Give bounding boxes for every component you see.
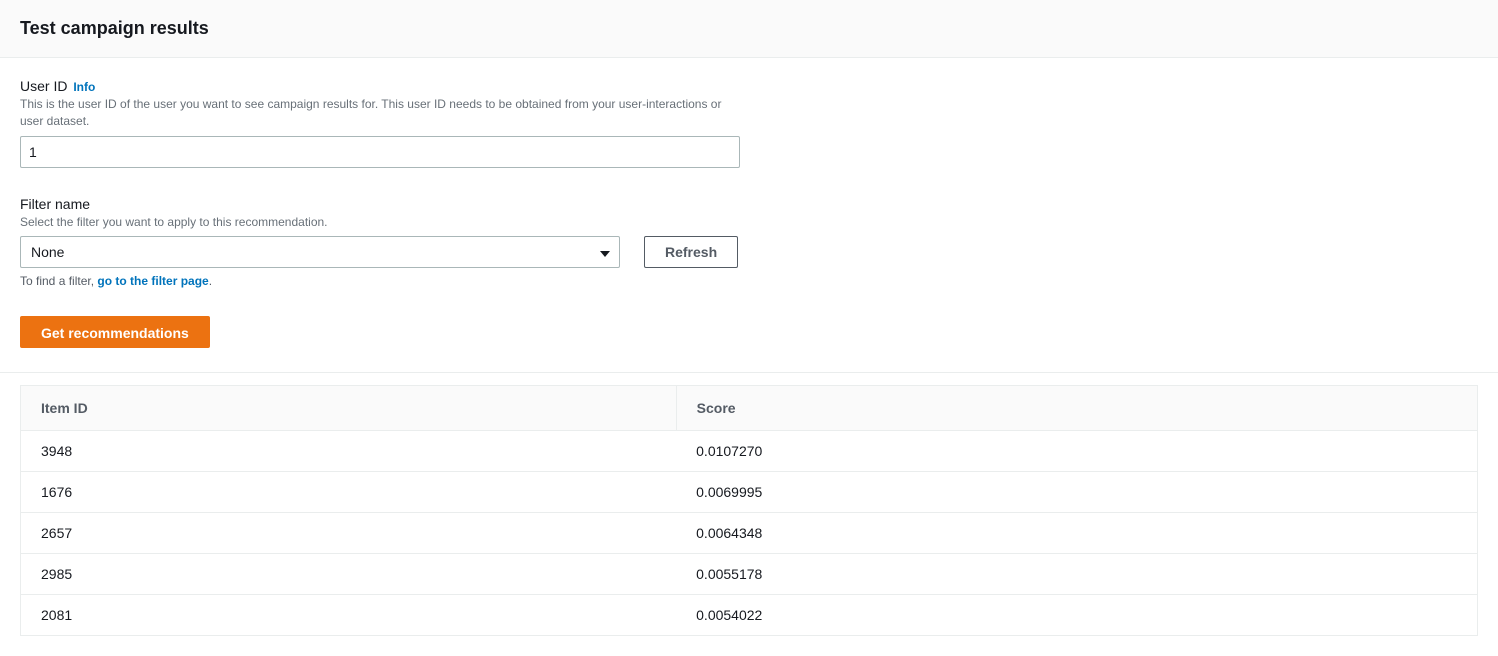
filter-label-row: Filter name — [20, 196, 1478, 212]
filter-hint-prefix: To find a filter, — [20, 274, 97, 288]
cell-item-id: 2985 — [21, 554, 677, 595]
results-table: Item ID Score 3948 0.0107270 1676 0.0069… — [20, 385, 1478, 636]
results-area: Item ID Score 3948 0.0107270 1676 0.0069… — [0, 373, 1498, 656]
table-row: 2985 0.0055178 — [21, 554, 1478, 595]
filter-select[interactable]: None — [20, 236, 620, 268]
cell-item-id: 2657 — [21, 513, 677, 554]
filter-field: Filter name Select the filter you want t… — [20, 196, 1478, 289]
user-id-input[interactable] — [20, 136, 740, 168]
page-title: Test campaign results — [20, 18, 1478, 39]
filter-select-row: None Refresh — [20, 236, 1478, 268]
table-row: 2657 0.0064348 — [21, 513, 1478, 554]
filter-select-wrapper[interactable]: None — [20, 236, 620, 268]
cell-item-id: 1676 — [21, 472, 677, 513]
column-header-score[interactable]: Score — [676, 386, 1477, 431]
refresh-button[interactable]: Refresh — [644, 236, 738, 268]
cell-score: 0.0055178 — [676, 554, 1477, 595]
table-row: 3948 0.0107270 — [21, 431, 1478, 472]
table-header-row: Item ID Score — [21, 386, 1478, 431]
column-header-item-id[interactable]: Item ID — [21, 386, 677, 431]
cell-score: 0.0069995 — [676, 472, 1477, 513]
user-id-field: User ID Info This is the user ID of the … — [20, 78, 1478, 168]
get-recommendations-button[interactable]: Get recommendations — [20, 316, 210, 348]
filter-label: Filter name — [20, 196, 90, 212]
filter-hint-suffix: . — [209, 274, 212, 288]
user-id-info-link[interactable]: Info — [73, 80, 95, 94]
filter-help: Select the filter you want to apply to t… — [20, 214, 740, 231]
filter-hint: To find a filter, go to the filter page. — [20, 274, 1478, 288]
page-title-bar: Test campaign results — [0, 0, 1498, 58]
user-id-label-row: User ID Info — [20, 78, 1478, 94]
form-area: User ID Info This is the user ID of the … — [0, 58, 1498, 372]
filter-page-link[interactable]: go to the filter page — [97, 274, 208, 288]
cell-item-id: 3948 — [21, 431, 677, 472]
user-id-label: User ID — [20, 78, 67, 94]
cell-score: 0.0107270 — [676, 431, 1477, 472]
cell-score: 0.0064348 — [676, 513, 1477, 554]
table-row: 1676 0.0069995 — [21, 472, 1478, 513]
user-id-help: This is the user ID of the user you want… — [20, 96, 740, 130]
